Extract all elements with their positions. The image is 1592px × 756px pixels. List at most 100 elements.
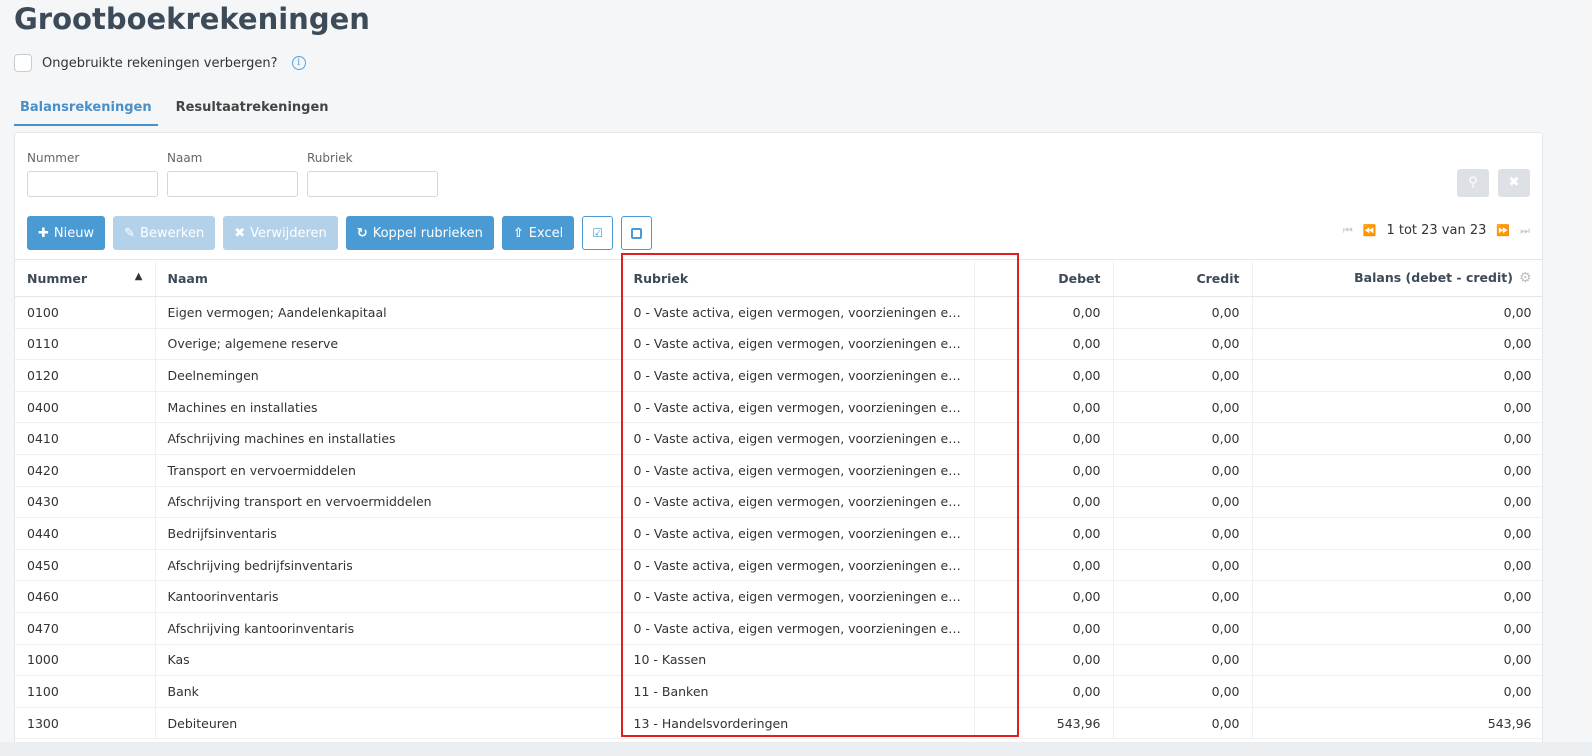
cell-balans: 0,00 (1252, 517, 1542, 550)
filter-rubriek: Rubriek (307, 151, 438, 197)
table-row[interactable]: 1300 Debiteuren 13 - Handelsvorderingen 543… (15, 707, 1542, 740)
table-row[interactable]: 0450 Afschrijving bedrijfsinventaris 0 - V… (15, 549, 1542, 582)
filter-bar: Nummer Naam Rubriek (27, 151, 438, 197)
column-header-nummer[interactable]: Nummer ▲ (15, 259, 156, 297)
gear-icon[interactable]: ⚙ (1519, 270, 1532, 286)
clear-filter-button[interactable]: ✖ (1498, 169, 1530, 197)
table-row[interactable]: 0100 Eigen vermogen; Aandelenkapitaal 0 - … (15, 296, 1542, 329)
plus-icon: ✚ (38, 225, 49, 241)
tab-balansrekeningen[interactable]: Balansrekeningen (14, 96, 158, 126)
cell-credit: 0,00 (1113, 391, 1253, 424)
cell-naam: Transport en vervoermiddelen (155, 454, 622, 487)
column-header-balans[interactable]: ⚙ Balans (debet - credit) (1252, 259, 1542, 297)
table-row[interactable]: 1000 Kas 10 - Kassen 0,00 0,00 0,00 (15, 644, 1542, 677)
cell-credit: 0,00 (1113, 707, 1253, 740)
refresh-icon: ↻ (356, 225, 368, 241)
search-icon: ⚲ (1468, 175, 1478, 190)
cell-rubriek: 0 - Vaste activa, eigen vermogen, voorzi… (621, 612, 975, 645)
cell-debet: 0,00 (974, 328, 1114, 361)
table-row[interactable]: 0440 Bedrijfsinventaris 0 - Vaste activa, … (15, 517, 1542, 550)
cell-balans: 0,00 (1252, 612, 1542, 645)
rubriek-filter-input[interactable] (307, 171, 438, 197)
close-icon: ✖ (234, 225, 246, 241)
cell-nummer: 1300 (15, 707, 156, 740)
cell-naam: Afschrijving kantoorinventaris (155, 612, 622, 645)
next-page-icon[interactable]: ⏩ (1496, 224, 1510, 237)
column-header-credit[interactable]: Credit (1113, 259, 1253, 297)
cell-nummer: 0120 (15, 359, 156, 392)
filter-rubriek-label: Rubriek (307, 151, 353, 165)
close-icon: ✖ (1508, 175, 1520, 190)
table-row[interactable]: 0470 Afschrijving kantoorinventaris 0 - Va… (15, 612, 1542, 645)
cell-nummer: 1000 (15, 644, 156, 677)
cell-nummer: 0110 (15, 328, 156, 361)
nummer-filter-input[interactable] (27, 171, 158, 197)
bottom-strip (0, 742, 1592, 756)
table-header-row: Nummer ▲ Naam Rubriek Debet Credit ⚙ Balan… (15, 259, 1542, 297)
column-header-debet[interactable]: Debet (974, 259, 1114, 297)
cell-rubriek: 0 - Vaste activa, eigen vermogen, voorzi… (621, 328, 975, 361)
cell-debet: 0,00 (974, 486, 1114, 519)
cell-balans: 0,00 (1252, 422, 1542, 455)
cell-credit: 0,00 (1113, 328, 1253, 361)
tab-resultaatrekeningen[interactable]: Resultaatrekeningen (170, 96, 335, 126)
cell-debet: 0,00 (974, 644, 1114, 677)
cell-balans: 0,00 (1252, 296, 1542, 329)
link-rubrieken-button[interactable]: ↻ Koppel rubrieken (345, 216, 494, 250)
last-page-icon[interactable]: ⏭ (1520, 224, 1530, 238)
cell-debet: 0,00 (974, 359, 1114, 392)
naam-filter-input[interactable] (167, 171, 298, 197)
link-rubrieken-label: Koppel rubrieken (372, 225, 483, 241)
cell-credit: 0,00 (1113, 486, 1253, 519)
export-icon: ⇧ (512, 225, 524, 241)
table-row[interactable]: 0410 Afschrijving machines en installatie… (15, 422, 1542, 455)
edit-button[interactable]: ✎ Bewerken (113, 216, 216, 250)
delete-button[interactable]: ✖ Verwijderen (223, 216, 338, 250)
cell-naam: Debiteuren (155, 707, 622, 740)
hide-unused-checkbox[interactable] (14, 54, 32, 72)
table-row[interactable]: 0400 Machines en installaties 0 - Vaste ac… (15, 391, 1542, 424)
hide-unused-toggle-row: Ongebruikte rekeningen verbergen? i (14, 54, 306, 72)
cell-debet: 0,00 (974, 549, 1114, 582)
cell-rubriek: 11 - Banken (621, 675, 975, 708)
column-header-naam[interactable]: Naam (155, 259, 622, 297)
filter-nummer: Nummer (27, 151, 158, 197)
filter-naam: Naam (167, 151, 298, 197)
cell-naam: Kantoorinventaris (155, 580, 622, 613)
cell-balans: 0,00 (1252, 675, 1542, 708)
cell-nummer: 0440 (15, 517, 156, 550)
cell-nummer: 1100 (15, 675, 156, 708)
filter-naam-label: Naam (167, 151, 203, 165)
cell-debet: 0,00 (974, 612, 1114, 645)
new-button[interactable]: ✚ Nieuw (27, 216, 106, 250)
cell-rubriek: 0 - Vaste activa, eigen vermogen, voorzi… (621, 359, 975, 392)
cell-debet: 0,00 (974, 391, 1114, 424)
deselect-all-button[interactable] (621, 216, 653, 250)
table-row[interactable]: 0420 Transport en vervoermiddelen 0 - Vast… (15, 454, 1542, 487)
column-header-rubriek[interactable]: Rubriek (621, 259, 975, 297)
table-row[interactable]: 1100 Bank 11 - Banken 0,00 0,00 0,00 (15, 675, 1542, 708)
first-page-icon[interactable]: ⏮ (1343, 224, 1353, 238)
table-row[interactable]: 0430 Afschrijving transport en vervoermid… (15, 486, 1542, 519)
cell-balans: 0,00 (1252, 454, 1542, 487)
table-row[interactable]: 0120 Deelnemingen 0 - Vaste activa, eigen … (15, 359, 1542, 392)
select-all-button[interactable]: ☑ (582, 216, 614, 250)
search-button[interactable]: ⚲ (1457, 169, 1489, 197)
cell-credit: 0,00 (1113, 580, 1253, 613)
cell-naam: Kas (155, 644, 622, 677)
accounts-panel: Nummer Naam Rubriek ⚲ ✖ ✚ Nieuw ✎ Bewerk… (14, 132, 1543, 744)
prev-page-icon[interactable]: ⏪ (1363, 224, 1377, 237)
edit-icon: ✎ (124, 225, 136, 241)
table-row[interactable]: 0110 Overige; algemene reserve 0 - Vaste a… (15, 328, 1542, 361)
cell-debet: 0,00 (974, 296, 1114, 329)
table-row[interactable]: 0460 Kantoorinventaris 0 - Vaste activa, e… (15, 580, 1542, 613)
cell-nummer: 0470 (15, 612, 156, 645)
cell-naam: Afschrijving bedrijfsinventaris (155, 549, 622, 582)
cell-nummer: 0410 (15, 422, 156, 455)
cell-rubriek: 0 - Vaste activa, eigen vermogen, voorzi… (621, 296, 975, 329)
cell-debet: 0,00 (974, 580, 1114, 613)
cell-credit: 0,00 (1113, 454, 1253, 487)
excel-button[interactable]: ⇧ Excel (501, 216, 575, 250)
cell-naam: Bedrijfsinventaris (155, 517, 622, 550)
info-icon[interactable]: i (291, 56, 306, 70)
